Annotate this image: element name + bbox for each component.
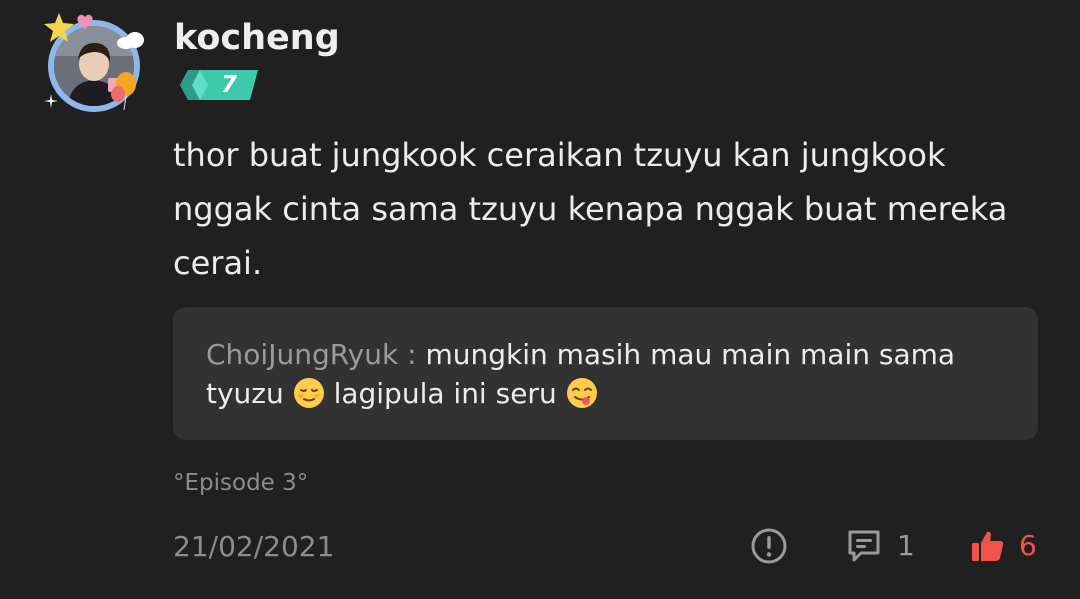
reply-text: ChoiJungRyuk : mungkin masih mau main ma… [206, 335, 1006, 413]
level-badge: 7 [178, 68, 260, 102]
cloud-decoration-icon [117, 32, 144, 49]
balloon-decoration-icon [111, 72, 136, 110]
heart-decoration-icon [77, 14, 93, 29]
reply-count: 1 [897, 529, 915, 562]
report-button[interactable] [749, 526, 789, 566]
star-decoration-icon [44, 13, 74, 42]
thumbs-up-icon [972, 531, 1004, 561]
like-button[interactable]: 6 [971, 526, 1037, 566]
exclamation-circle-icon [751, 528, 787, 564]
relieved-face-emoji-icon [293, 378, 324, 408]
comment-bubble-icon [848, 530, 880, 562]
comment-text: thor buat jungkook ceraikan tzuyu kan ju… [173, 136, 1008, 282]
sparkle-decoration-icon [44, 94, 58, 108]
reply-button[interactable]: 1 [845, 526, 915, 566]
username[interactable]: kocheng [174, 16, 340, 60]
level-number: 7 [221, 72, 238, 98]
reply-preview[interactable]: ChoiJungRyuk : mungkin masih mau main ma… [173, 307, 1038, 440]
reply-text-part2: lagipula ini seru [333, 377, 557, 410]
episode-label: °Episode 3° [173, 470, 309, 496]
yum-face-emoji-icon [566, 378, 597, 408]
like-count: 6 [1019, 529, 1037, 562]
comment-date: 21/02/2021 [173, 530, 335, 563]
reply-author: ChoiJungRyuk : [206, 338, 417, 371]
gem-badge-icon [180, 70, 258, 100]
avatar[interactable] [40, 12, 148, 120]
